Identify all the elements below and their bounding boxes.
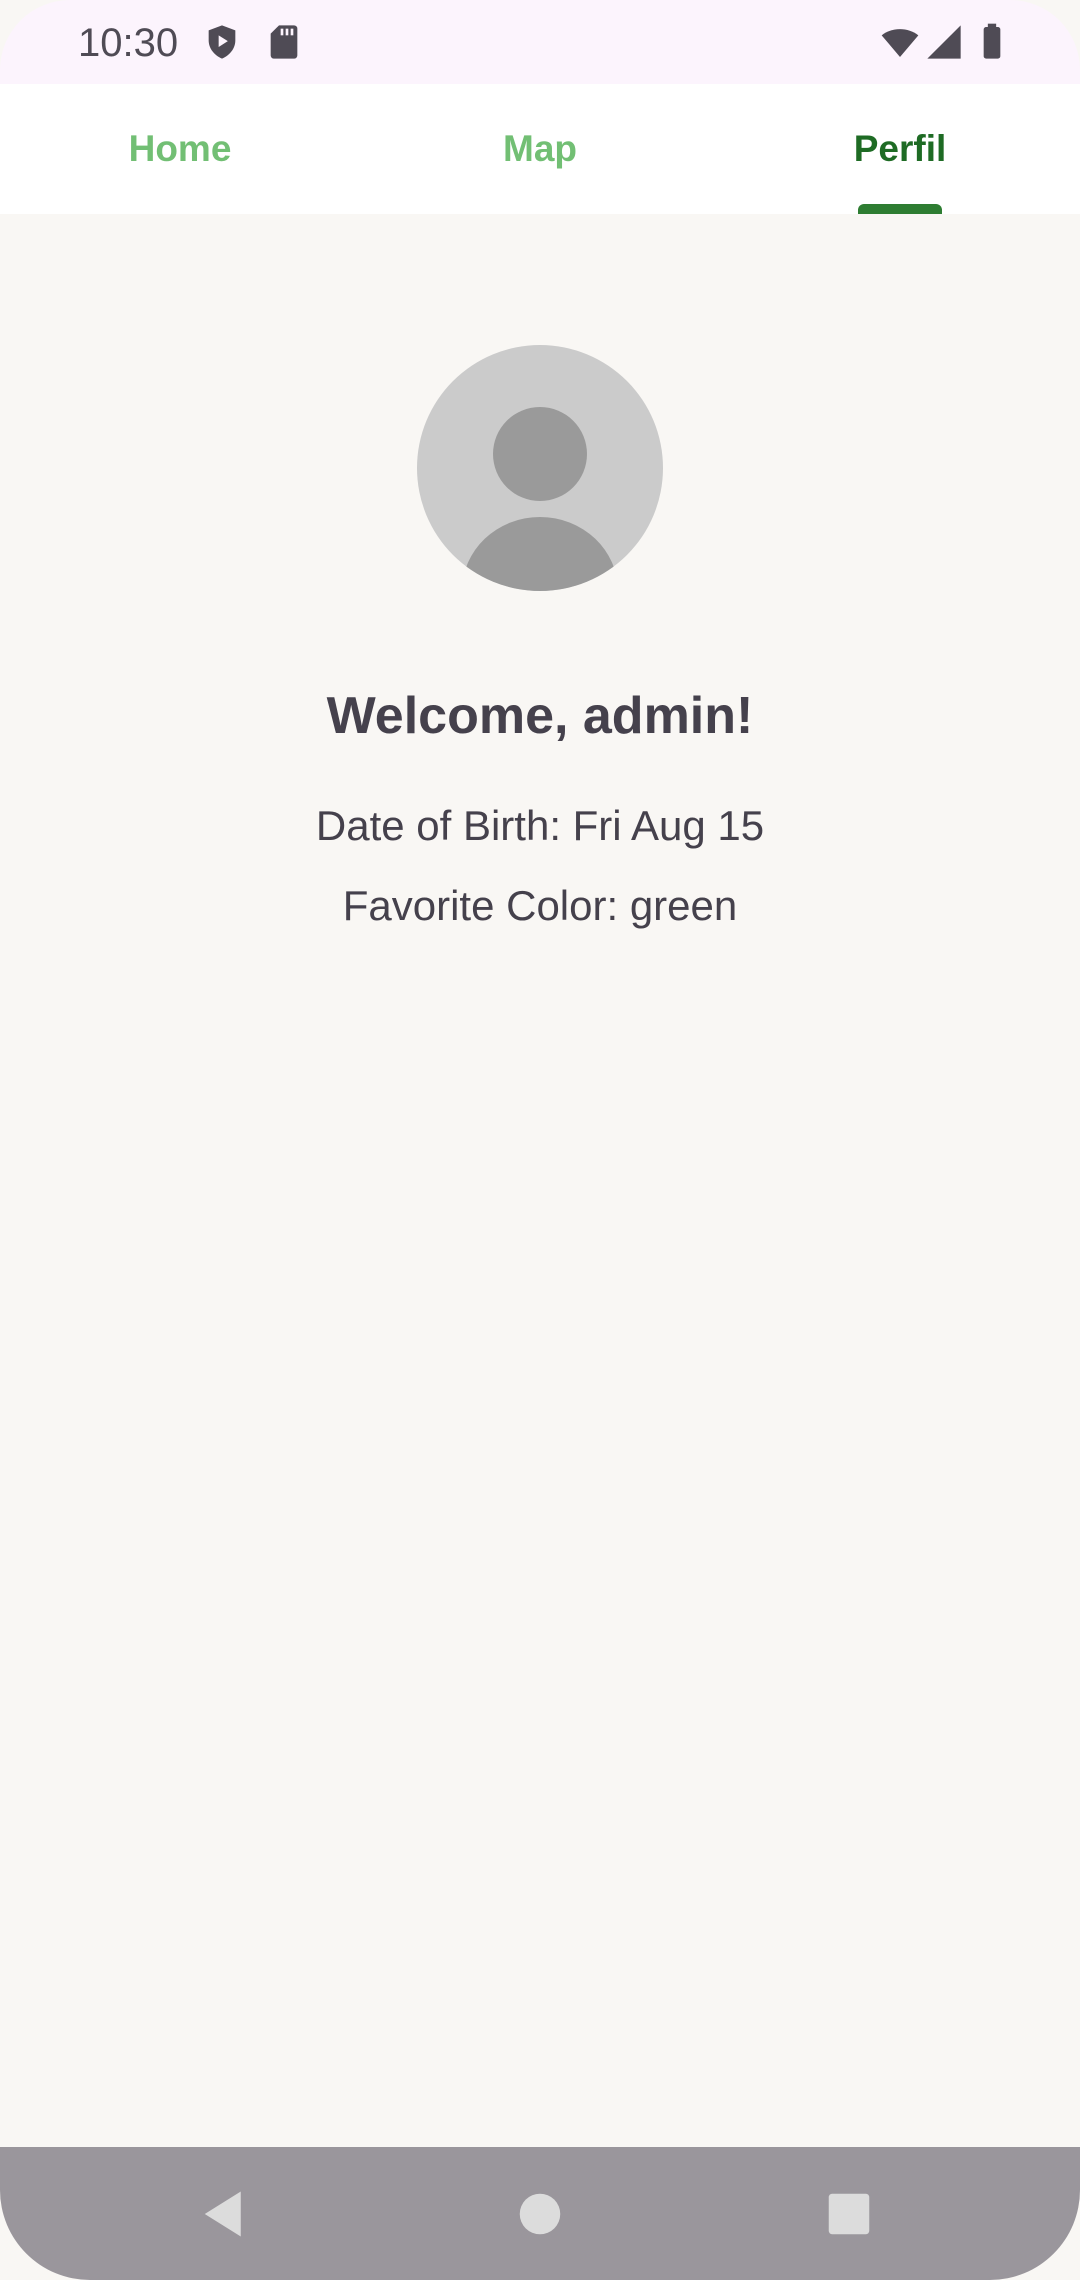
date-of-birth: Date of Birth: Fri Aug 15 [0,800,1080,852]
tab-home[interactable]: Home [0,84,360,214]
welcome-heading: Welcome, admin! [326,687,754,745]
status-time: 10:30 [78,21,179,65]
wifi-icon [880,22,920,62]
status-bar: 10:30 [0,0,1080,84]
date-of-birth-label: Date of Birth: [315,802,561,849]
tab-map-label: Map [503,128,577,169]
recents-icon[interactable] [822,2187,876,2241]
cell-signal-icon [924,22,964,62]
favorite-color: Favorite Color: green [0,880,1080,932]
tab-active-indicator [858,204,942,214]
back-icon[interactable] [198,2187,252,2241]
tab-bar: Home Map Perfil [0,84,1080,214]
person-avatar-icon [462,407,618,591]
battery-icon [972,22,1012,62]
shield-play-icon [202,22,242,62]
tab-home-label: Home [128,128,232,169]
tab-map[interactable]: Map [360,84,720,214]
tab-perfil[interactable]: Perfil [720,84,1080,214]
avatar [417,345,663,591]
date-of-birth-value: Fri Aug 15 [572,802,765,849]
sd-card-icon [264,22,304,62]
navigation-bar [0,2147,1080,2280]
home-icon[interactable] [513,2187,567,2241]
favorite-color-label: Favorite Color: [342,882,619,929]
favorite-color-value: green [629,882,738,929]
tab-perfil-label: Perfil [853,128,947,169]
